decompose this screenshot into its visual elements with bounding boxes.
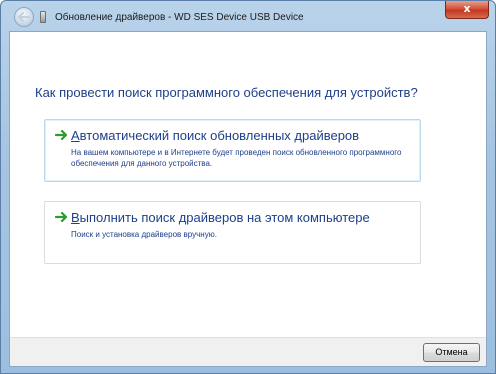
option-title-rest: втоматический поиск обновленных драйверо… — [79, 128, 360, 143]
green-arrow-icon — [55, 211, 68, 223]
close-button[interactable]: x — [445, 1, 489, 19]
cancel-button[interactable]: Отмена — [423, 343, 480, 362]
option-auto-search[interactable]: Автоматический поиск обновленных драйвер… — [44, 119, 421, 182]
option-auto-search-title[interactable]: Автоматический поиск обновленных драйвер… — [71, 128, 359, 143]
option-browse-computer[interactable]: Выполнить поиск драйверов на этом компью… — [44, 201, 421, 264]
access-key: В — [71, 210, 80, 225]
back-button[interactable] — [14, 7, 34, 27]
page-question: Как провести поиск программного обеспече… — [35, 85, 418, 100]
option-auto-search-description: На вашем компьютере и в Интернете будет … — [71, 148, 402, 168]
back-arrow-icon — [18, 12, 30, 22]
wizard-footer: Отмена — [10, 337, 486, 366]
green-arrow-icon — [55, 129, 68, 141]
wizard-window: x Обновление драйверов - WD SES Device U… — [0, 0, 496, 374]
option-browse-computer-title[interactable]: Выполнить поиск драйверов на этом компью… — [71, 210, 370, 225]
wizard-content: Обновление драйверов - WD SES Device USB… — [9, 7, 487, 367]
usb-device-icon — [40, 11, 46, 23]
option-title-rest: ыполнить поиск драйверов на этом компьют… — [79, 210, 370, 225]
access-key: А — [71, 128, 80, 143]
option-browse-computer-description: Поиск и установка драйверов вручную. — [71, 230, 217, 239]
window-title: Обновление драйверов - WD SES Device USB… — [55, 12, 304, 23]
